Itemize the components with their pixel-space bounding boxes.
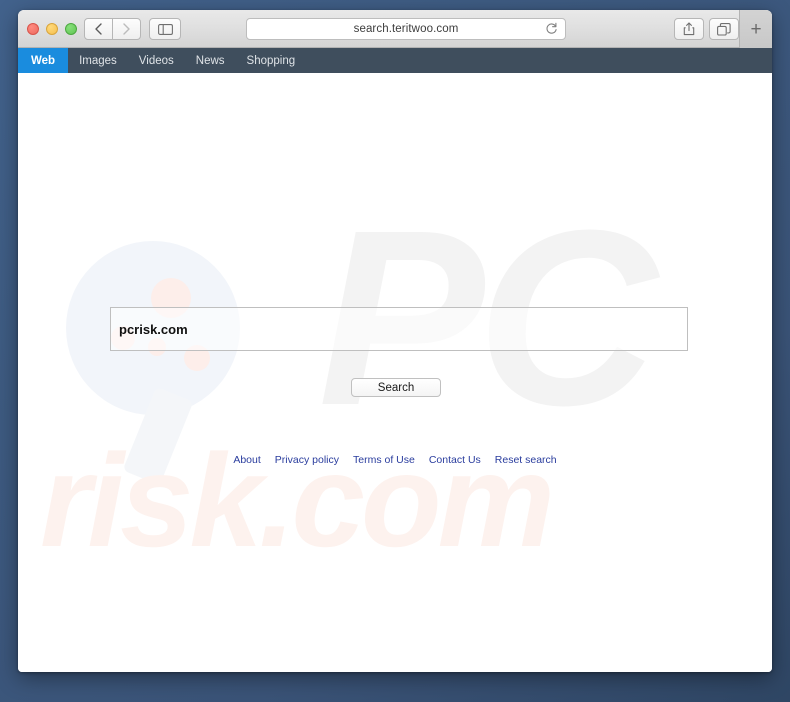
address-bar[interactable]: search.teritwoo.com [246,18,566,40]
browser-titlebar: search.teritwoo.com + [18,10,772,48]
site-navbar: Web Images Videos News Shopping [18,48,772,73]
chevron-right-icon [123,23,130,35]
sidebar-toggle-button[interactable] [149,18,181,40]
show-tabs-button[interactable] [709,18,739,40]
zoom-button[interactable] [65,23,77,35]
search-input[interactable]: pcrisk.com [110,307,688,351]
search-input-value: pcrisk.com [119,321,188,337]
footer-link-terms-of-use[interactable]: Terms of Use [353,454,415,466]
nav-tab-news[interactable]: News [185,48,236,73]
close-button[interactable] [27,23,39,35]
tabs-icon [717,22,731,36]
nav-tab-web[interactable]: Web [18,48,69,73]
footer-links: About Privacy policy Terms of Use Contac… [18,454,772,466]
nav-tab-images[interactable]: Images [68,48,128,73]
footer-link-about[interactable]: About [233,454,260,466]
nav-tab-shopping[interactable]: Shopping [236,48,307,73]
nav-tab-videos[interactable]: Videos [128,48,185,73]
footer-link-privacy-policy[interactable]: Privacy policy [275,454,339,466]
window-controls [27,23,77,35]
back-button[interactable] [84,18,113,40]
forward-button[interactable] [112,18,141,40]
magnifier-handle-icon [122,386,194,486]
browser-window: search.teritwoo.com + Web Images Videos … [18,10,772,672]
sidebar-icon [157,23,173,35]
minimize-button[interactable] [46,23,58,35]
footer-link-contact-us[interactable]: Contact Us [429,454,481,466]
new-tab-button[interactable]: + [739,10,772,48]
footer-link-reset-search[interactable]: Reset search [495,454,557,466]
search-button[interactable]: Search [351,378,441,397]
page-content: PC risk.com pcrisk.com Search About Priv… [18,73,772,672]
share-icon [683,22,695,36]
share-button[interactable] [674,18,704,40]
address-text: search.teritwoo.com [353,23,459,35]
chevron-left-icon [95,23,102,35]
reload-icon[interactable] [545,22,558,41]
